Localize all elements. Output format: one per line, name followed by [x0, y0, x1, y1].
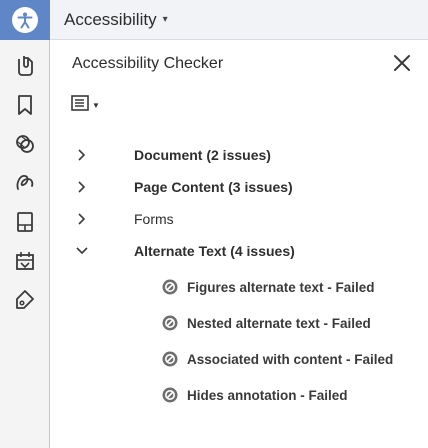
tree-item-label: Forms: [134, 211, 174, 227]
failed-icon: [161, 314, 179, 332]
rule-item-label: Associated with content - Failed: [187, 351, 394, 367]
rule-item-associated-with-content[interactable]: Associated with content - Failed: [161, 347, 393, 371]
panel-header: Accessibility ▾: [50, 0, 428, 40]
rule-item-label: Hides annotation - Failed: [187, 387, 348, 403]
content-icon[interactable]: [12, 248, 38, 274]
close-icon[interactable]: [390, 51, 414, 75]
rule-item-label: Figures alternate text - Failed: [187, 279, 375, 295]
tree-item-label: Alternate Text (4 issues): [134, 243, 295, 259]
tree-item-label: Page Content (3 issues): [134, 179, 293, 195]
rule-item-label: Nested alternate text - Failed: [187, 315, 371, 331]
tree-item-page-content[interactable]: Page Content (3 issues): [70, 174, 293, 200]
tree-item-forms[interactable]: Forms: [70, 206, 174, 232]
rule-item-figures-alt-text[interactable]: Figures alternate text - Failed: [161, 275, 375, 299]
failed-icon: [161, 350, 179, 368]
page-thumbnails-icon[interactable]: [12, 209, 38, 235]
rule-item-nested-alt-text[interactable]: Nested alternate text - Failed: [161, 311, 371, 335]
options-menu-icon: [70, 93, 90, 118]
chevron-down-icon: ▼: [92, 100, 100, 110]
chevron-right-icon[interactable]: [70, 145, 94, 165]
bookmark-icon[interactable]: [12, 92, 38, 118]
failed-icon: [161, 278, 179, 296]
panel-title: Accessibility Checker: [72, 55, 224, 72]
tree-item-label: Document (2 issues): [134, 147, 271, 163]
accessibility-icon: [12, 7, 38, 33]
options-menu-button[interactable]: ▼: [70, 92, 100, 118]
panel-selector-title[interactable]: Accessibility: [64, 10, 157, 30]
chevron-right-icon[interactable]: [70, 209, 94, 229]
chevron-down-icon[interactable]: [70, 241, 94, 261]
rule-item-hides-annotation[interactable]: Hides annotation - Failed: [161, 383, 348, 407]
layers-icon[interactable]: [12, 131, 38, 157]
chevron-down-icon[interactable]: ▾: [163, 14, 168, 25]
tree-item-alternate-text[interactable]: Alternate Text (4 issues): [70, 238, 295, 264]
chevron-right-icon[interactable]: [70, 177, 94, 197]
failed-icon: [161, 386, 179, 404]
tree-item-document[interactable]: Document (2 issues): [70, 142, 271, 168]
accessibility-tool-button[interactable]: [0, 0, 50, 40]
signature-icon[interactable]: [12, 170, 38, 196]
tag-icon[interactable]: [12, 287, 38, 313]
tool-rail: [0, 0, 50, 448]
attach-icon[interactable]: [12, 52, 38, 78]
